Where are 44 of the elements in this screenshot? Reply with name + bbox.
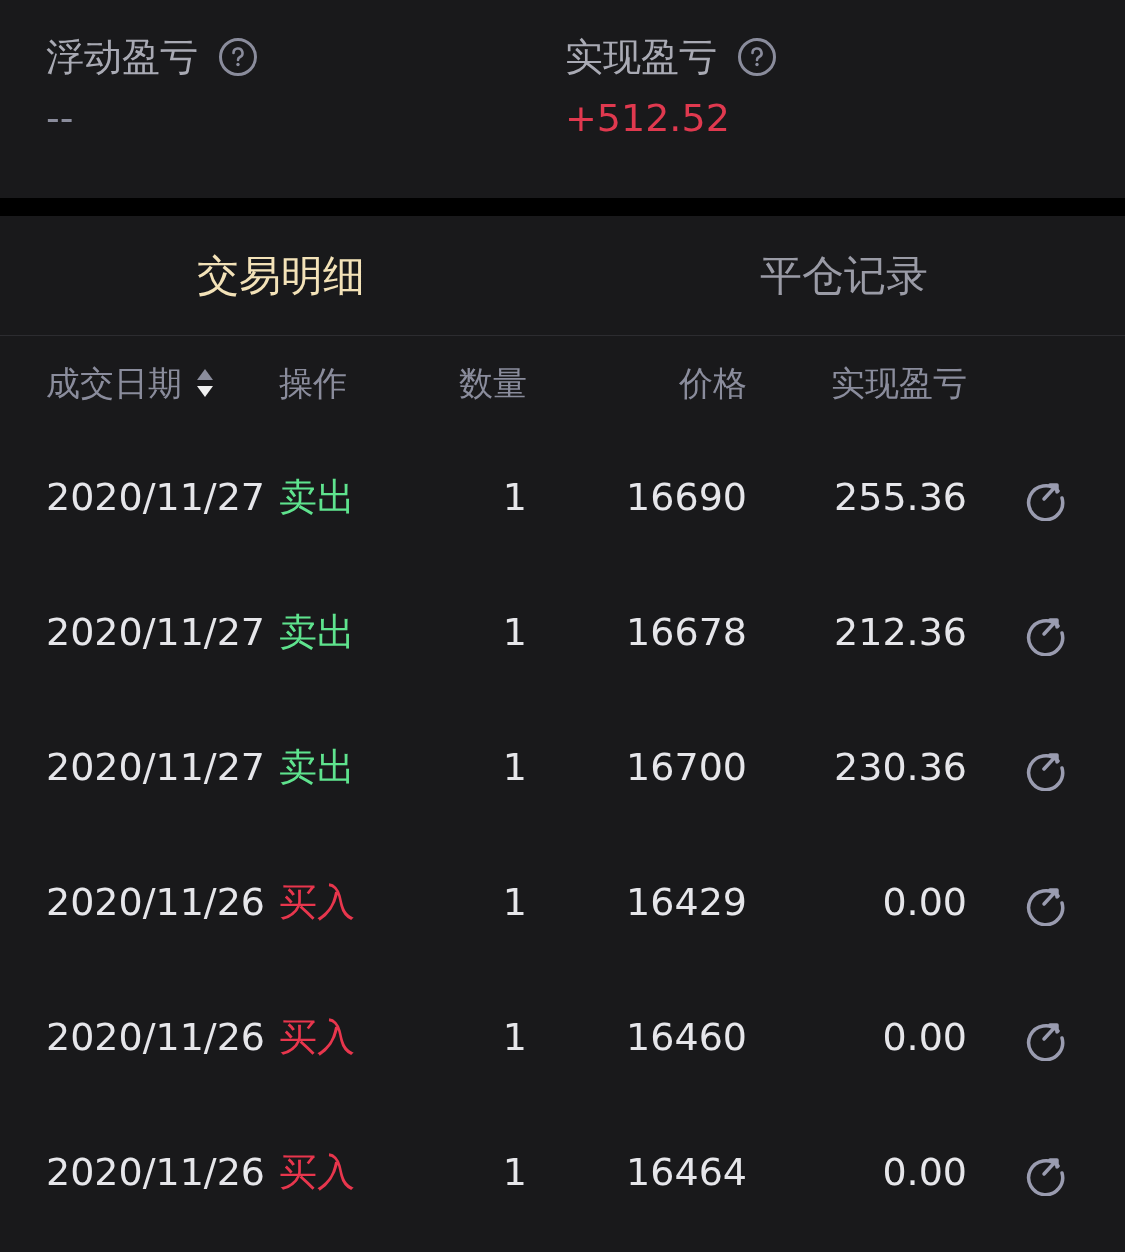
column-header: 价格 xyxy=(678,361,747,405)
action-cell-text: 卖出 xyxy=(279,474,356,521)
column-header: 实现盈亏 xyxy=(830,361,967,405)
pnl-cell-text: 0.00 xyxy=(881,1149,967,1196)
date-cell-text: 2020/11/27 xyxy=(46,609,266,656)
summary-label: 实现盈亏 xyxy=(565,34,717,81)
column-header[interactable]: 成交日期 xyxy=(46,357,182,409)
price-cell-text: 16678 xyxy=(625,609,747,656)
column-header: 数量 xyxy=(458,361,527,405)
price-cell-text: 16429 xyxy=(625,879,747,926)
action-cell-text: 买入 xyxy=(279,1014,356,1061)
tab[interactable]: 平仓记录 xyxy=(562,216,1125,335)
date-cell-text: 2020/11/26 xyxy=(46,1014,266,1061)
pnl-cell-text: 212.36 xyxy=(833,609,967,656)
quantity-cell-text: 1 xyxy=(501,744,527,791)
pnl-cell-text: 0.00 xyxy=(881,879,967,926)
date-cell-text: 2020/11/26 xyxy=(46,879,266,926)
help-icon[interactable] xyxy=(737,37,777,77)
pnl-cell-text: 230.36 xyxy=(833,744,967,791)
action-cell-text: 卖出 xyxy=(279,744,356,791)
sort-icon[interactable] xyxy=(196,367,214,399)
summary-label: 浮动盈亏 xyxy=(46,34,198,81)
action-cell-text: 卖出 xyxy=(279,609,356,656)
column-header: 操作 xyxy=(278,361,348,405)
pnl-cell-text: 0.00 xyxy=(881,1014,967,1061)
action-cell-text: 买入 xyxy=(279,879,356,926)
quantity-cell-text: 1 xyxy=(501,609,527,656)
tab[interactable]: 交易明细 xyxy=(0,216,563,335)
summary-value: -- xyxy=(46,96,75,140)
quantity-cell-text: 1 xyxy=(501,474,527,521)
action-cell-text: 买入 xyxy=(279,1149,356,1196)
price-cell-text: 16700 xyxy=(625,744,747,791)
help-icon[interactable] xyxy=(218,37,258,77)
quantity-cell-text: 1 xyxy=(501,1149,527,1196)
quantity-cell-text: 1 xyxy=(501,1014,527,1061)
date-cell-text: 2020/11/27 xyxy=(46,744,266,791)
pnl-cell-text: 255.36 xyxy=(833,474,967,521)
quantity-cell-text: 1 xyxy=(501,879,527,926)
price-cell-text: 16464 xyxy=(625,1149,747,1196)
price-cell-text: 16690 xyxy=(625,474,747,521)
date-cell-text: 2020/11/26 xyxy=(46,1149,266,1196)
date-cell-text: 2020/11/27 xyxy=(46,474,266,521)
price-cell-text: 16460 xyxy=(625,1014,747,1061)
summary-value: +512.52 xyxy=(565,96,731,140)
